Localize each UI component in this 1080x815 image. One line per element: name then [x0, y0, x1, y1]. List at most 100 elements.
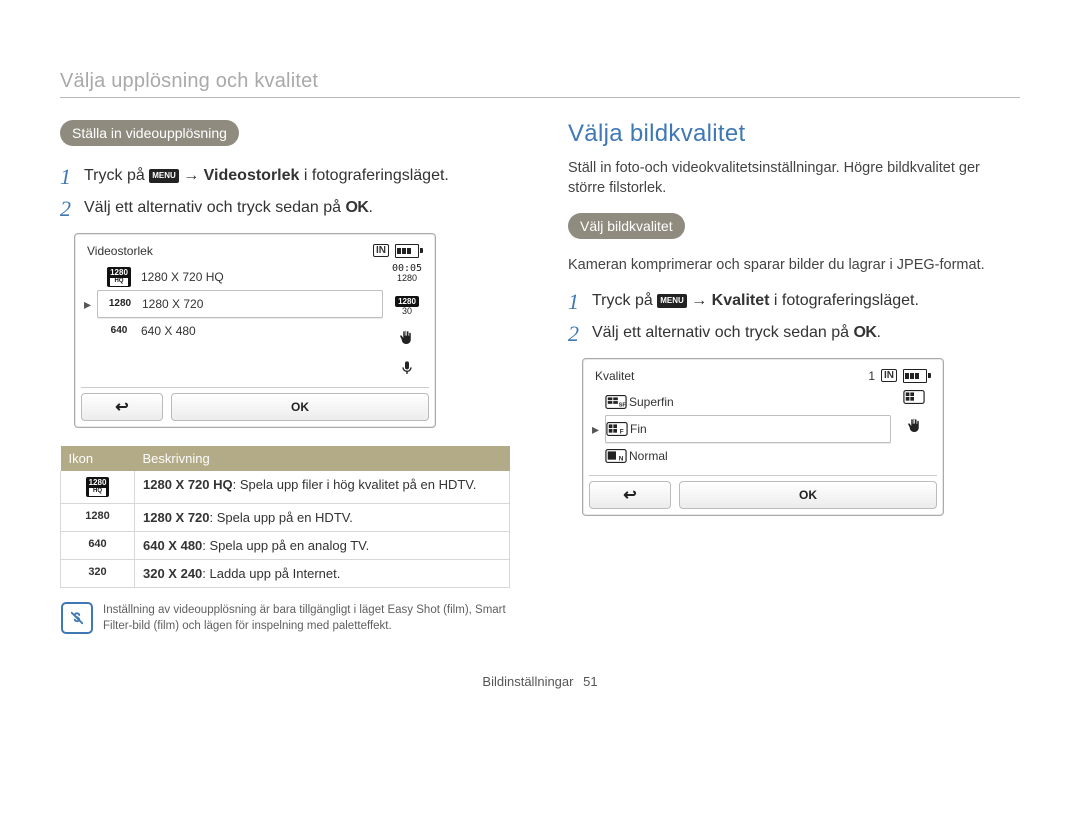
lcd-footer: ↩ OK [589, 475, 937, 509]
stabilization-icon [398, 329, 416, 347]
cell-desc: 320 X 240: Ladda upp på Internet. [135, 559, 510, 587]
step-2: 2 Välj ett alternativ och tryck sedan på… [568, 321, 1018, 347]
memory-card-icon: IN [373, 244, 389, 257]
cell-desc: 1280 X 720 HQ: Spela upp filer i hög kva… [135, 471, 510, 503]
cell-icon: 1280 [61, 503, 135, 531]
step-number: 1 [568, 289, 592, 315]
option-fine[interactable]: ▸ F Fin [605, 415, 891, 443]
step-number: 2 [60, 196, 84, 222]
battery-icon [903, 369, 931, 383]
quality-icon: F [606, 421, 630, 437]
microphone-icon [399, 359, 415, 377]
text: i fotograferingsläget. [774, 292, 919, 309]
cell-icon: 1280HQ [61, 471, 135, 503]
cell-icon: 640 [61, 531, 135, 559]
resolution-badge-icon: 640 [97, 325, 141, 336]
col-icon: Ikon [61, 446, 135, 471]
arrow: → [183, 167, 203, 184]
option-label: 1280 X 720 HQ [141, 270, 224, 284]
sub-paragraph: Kameran komprimerar och sparar bilder du… [568, 255, 1018, 275]
menu-icon: MENU [149, 169, 179, 183]
bold-term: Videostorlek [204, 167, 300, 184]
lcd-body: SF Superfin ▸ F Fin [589, 387, 937, 471]
lcd-side-icons [893, 387, 937, 471]
option-1280x720hq[interactable]: 1280HQ 1280 X 720 HQ [97, 264, 383, 290]
bold-term: Kvalitet [712, 292, 770, 309]
selection-arrow-icon: ▸ [592, 422, 599, 436]
step-text: Tryck på MENU → Videostorlek i fotografe… [84, 164, 510, 188]
record-time: 00:05 1280 [392, 264, 422, 284]
section-heading: Välja bildkvalitet [568, 120, 1018, 148]
lcd-side-icons: 00:05 1280 1280 30 [385, 262, 429, 383]
note-icon [61, 602, 93, 634]
resolution-badge-icon: 1280 [98, 298, 142, 309]
option-superfine[interactable]: SF Superfin [605, 389, 891, 415]
arrow: → [691, 292, 711, 309]
table-row: 1280 1280 X 720: Spela upp på en HDTV. [61, 503, 510, 531]
option-label: Normal [629, 449, 668, 463]
status-icons: 1 IN [868, 369, 931, 383]
left-column: Ställa in videoupplösning 1 Tryck på MEN… [60, 120, 510, 636]
horizontal-rule [60, 97, 1020, 98]
lcd-footer: ↩ OK [81, 387, 429, 421]
page-title: Välja upplösning och kvalitet [60, 70, 1020, 93]
note-box: Inställning av videoupplösning är bara t… [60, 600, 510, 636]
dot: . [876, 324, 880, 341]
intro-paragraph: Ställ in foto-och videokvalitetsinställn… [568, 158, 1018, 199]
options-list: 1280HQ 1280 X 720 HQ ▸ 1280 1280 X 720 6… [81, 262, 385, 383]
columns: Ställa in videoupplösning 1 Tryck på MEN… [60, 120, 1020, 636]
svg-text:F: F [620, 428, 624, 435]
quality-indicator-icon [903, 389, 927, 405]
menu-icon: MENU [657, 294, 687, 308]
svg-text:N: N [619, 455, 624, 462]
back-button[interactable]: ↩ [589, 481, 671, 509]
text: Tryck på [592, 292, 657, 309]
text: i fotograferingsläget. [304, 167, 449, 184]
cell-desc: 640 X 480: Spela upp på en analog TV. [135, 531, 510, 559]
manual-page: Välja upplösning och kvalitet Ställa in … [0, 0, 1080, 709]
ok-icon: OK [853, 324, 876, 341]
option-normal[interactable]: N Normal [605, 443, 891, 469]
step-number: 2 [568, 321, 592, 347]
option-label: Superfin [629, 395, 674, 409]
quality-icon: N [605, 448, 629, 464]
ok-icon: OK [345, 199, 368, 216]
frame-rate-icon: 1280 30 [395, 296, 419, 317]
section-pill-video-resolution: Ställa in videoupplösning [60, 120, 239, 146]
back-button[interactable]: ↩ [81, 393, 163, 421]
option-label: 1280 X 720 [142, 297, 203, 311]
ok-button[interactable]: OK [679, 481, 937, 509]
quality-icon: SF [605, 394, 629, 410]
status-icons: IN [373, 244, 423, 258]
table-header-row: Ikon Beskrivning [61, 446, 510, 471]
step-1: 1 Tryck på MENU → Kvalitet i fotograferi… [568, 289, 1018, 315]
option-1280x720[interactable]: ▸ 1280 1280 X 720 [97, 290, 383, 318]
step-number: 1 [60, 164, 84, 190]
table-row: 1280HQ 1280 X 720 HQ: Spela upp filer i … [61, 471, 510, 503]
memory-card-icon: IN [881, 369, 897, 382]
page-footer: Bildinställningar 51 [60, 674, 1020, 689]
video-size-screen: Videostorlek IN 1280HQ [74, 233, 436, 428]
battery-icon [395, 244, 423, 258]
lcd-header: Kvalitet 1 IN [589, 365, 937, 387]
page-number: 51 [583, 674, 597, 689]
selection-arrow-icon: ▸ [84, 297, 91, 311]
step-text: Välj ett alternativ och tryck sedan på O… [84, 196, 510, 220]
step-2: 2 Välj ett alternativ och tryck sedan på… [60, 196, 510, 222]
footer-section: Bildinställningar [482, 674, 573, 689]
stabilization-icon [906, 417, 924, 435]
step-text: Tryck på MENU → Kvalitet i fotografering… [592, 289, 1018, 313]
text: Välj ett alternativ och tryck sedan på [592, 324, 853, 341]
quality-screen: Kvalitet 1 IN SF [582, 358, 944, 516]
col-desc: Beskrivning [135, 446, 510, 471]
option-label: 640 X 480 [141, 324, 196, 338]
option-640x480[interactable]: 640 640 X 480 [97, 318, 383, 344]
right-column: Välja bildkvalitet Ställ in foto-och vid… [568, 120, 1018, 636]
resolution-badge-icon: 1280HQ [97, 267, 141, 287]
ok-button[interactable]: OK [171, 393, 429, 421]
table-row: 320 320 X 240: Ladda upp på Internet. [61, 559, 510, 587]
text: Tryck på [84, 167, 149, 184]
resolution-table: Ikon Beskrivning 1280HQ 1280 X 720 HQ: S… [60, 446, 510, 588]
shot-count: 1 [868, 369, 875, 383]
table-row: 640 640 X 480: Spela upp på en analog TV… [61, 531, 510, 559]
